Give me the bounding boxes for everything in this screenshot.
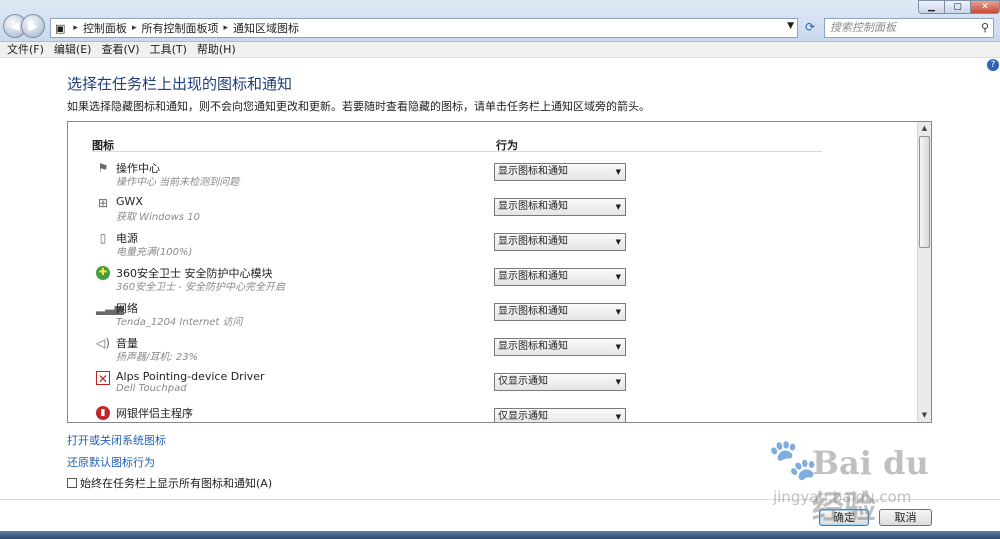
item-status: 获取 Windows 10 xyxy=(116,212,200,223)
menu-tools[interactable]: 工具(T) xyxy=(143,42,187,57)
windows-icon: ⊞ xyxy=(97,196,109,210)
flag-icon: ⚑ xyxy=(97,161,109,175)
always-show-checkbox[interactable] xyxy=(67,478,77,488)
item-status: 操作中心 当前未检测到问题 xyxy=(116,177,240,188)
behavior-value: 仅显示通知 xyxy=(498,376,548,387)
chevron-down-icon: ▼ xyxy=(615,203,621,211)
breadcrumb-separator-icon: ▸ xyxy=(223,23,228,33)
restore-default-link[interactable]: 还原默认图标行为 xyxy=(67,454,155,470)
vertical-scrollbar[interactable]: ▲ ▼ xyxy=(917,122,931,422)
scroll-down-icon[interactable]: ▼ xyxy=(918,409,931,422)
forward-arrow-icon: ▶ xyxy=(28,19,38,33)
behavior-value: 显示图标和通知 xyxy=(498,271,568,282)
maximize-icon: ▢ xyxy=(953,2,962,12)
page-title: 选择在任务栏上出现的图标和通知 xyxy=(67,75,293,93)
chevron-down-icon: ▼ xyxy=(615,343,621,351)
scroll-up-icon[interactable]: ▲ xyxy=(918,122,931,135)
item-name: 网银伴侣主程序 xyxy=(116,407,193,420)
behavior-value: 显示图标和通知 xyxy=(498,341,568,352)
system-icons-link[interactable]: 打开或关闭系统图标 xyxy=(67,432,166,448)
search-icon[interactable]: ⚲ xyxy=(981,19,989,37)
item-name: Alps Pointing-device Driver xyxy=(116,370,265,383)
breadcrumb-separator-icon: ▸ xyxy=(131,23,137,33)
help-icon[interactable]: ? xyxy=(987,59,999,71)
item-status: 360安全卫士 - 安全防护中心完全开启 xyxy=(116,282,286,293)
search-placeholder: 搜索控制面板 xyxy=(830,21,896,34)
breadcrumb-separator-icon: ▸ xyxy=(73,23,78,33)
chevron-down-icon: ▼ xyxy=(615,168,621,176)
behavior-select[interactable]: 显示图标和通知 ▼ xyxy=(494,268,626,286)
list-item: ⚑ 操作中心 操作中心 当前未检测到问题 显示图标和通知 ▼ xyxy=(68,160,918,195)
watermark-url: jingyan.baidu.com xyxy=(773,488,912,506)
item-status: Dell Touchpad xyxy=(116,383,187,394)
breadcrumb-control-panel[interactable]: 控制面板 xyxy=(83,20,127,36)
always-show-label[interactable]: 始终在任务栏上显示所有图标和通知(A) xyxy=(80,475,272,491)
chevron-down-icon: ▼ xyxy=(615,273,621,281)
network-icon: ▂▃▅ xyxy=(96,301,124,315)
title-bar: ◀ ▶ ▣ ▸ 控制面板 ▸ 所有控制面板项 ▸ 通知区域图标 ▼ ⟳ 搜索控制… xyxy=(0,0,1000,42)
menu-file[interactable]: 文件(F) xyxy=(0,42,44,57)
address-dropdown-icon[interactable]: ▼ xyxy=(787,21,794,31)
behavior-select[interactable]: 仅显示通知 ▼ xyxy=(494,408,626,422)
header-divider xyxy=(92,151,822,152)
behavior-select[interactable]: 仅显示通知 ▼ xyxy=(494,373,626,391)
minimize-icon: ▁ xyxy=(928,2,935,12)
item-name: GWX xyxy=(116,195,143,208)
minimize-button[interactable]: ▁ xyxy=(918,0,945,14)
behavior-select[interactable]: 显示图标和通知 ▼ xyxy=(494,163,626,181)
speaker-icon: ◁) xyxy=(96,336,110,350)
list-item: ✕ Alps Pointing-device Driver Dell Touch… xyxy=(68,370,918,405)
baidu-watermark: 🐾 Bai du 经验 jingyan.baidu.com xyxy=(768,434,958,526)
back-arrow-icon: ◀ xyxy=(10,19,20,33)
item-status: Tenda_1204 Internet 访问 xyxy=(116,317,243,328)
scroll-thumb[interactable] xyxy=(919,136,930,248)
chevron-down-icon: ▼ xyxy=(615,413,621,421)
item-status: 电量充满(100%) xyxy=(116,247,193,258)
behavior-value: 显示图标和通知 xyxy=(498,236,568,247)
menu-edit[interactable]: 编辑(E) xyxy=(47,42,92,57)
list-item: ◁) 音量 扬声器/耳机: 23% 显示图标和通知 ▼ xyxy=(68,335,918,370)
behavior-select[interactable]: 显示图标和通知 ▼ xyxy=(494,303,626,321)
forward-button[interactable]: ▶ xyxy=(21,14,45,38)
taskbar xyxy=(0,531,1000,539)
watermark-brand: Bai du 经验 xyxy=(812,444,929,526)
behavior-value: 仅显示通知 xyxy=(498,411,548,422)
bank-icon: ▮ xyxy=(96,406,110,420)
address-bar[interactable]: ▣ ▸ 控制面板 ▸ 所有控制面板项 ▸ 通知区域图标 ▼ xyxy=(50,18,798,38)
icon-list-panel: 图标 行为 ⚑ 操作中心 操作中心 当前未检测到问题 显示图标和通知 ▼ ⊞ GW… xyxy=(67,121,932,423)
always-show-row: 始终在任务栏上显示所有图标和通知(A) xyxy=(67,475,272,491)
behavior-select[interactable]: 显示图标和通知 ▼ xyxy=(494,198,626,216)
refresh-icon[interactable]: ⟳ xyxy=(800,18,820,38)
control-panel-icon: ▣ xyxy=(55,21,66,35)
behavior-select[interactable]: 显示图标和通知 ▼ xyxy=(494,233,626,251)
behavior-value: 显示图标和通知 xyxy=(498,166,568,177)
battery-icon: ▯ xyxy=(99,231,107,245)
breadcrumb-all-items[interactable]: 所有控制面板项 xyxy=(141,20,218,36)
close-icon: ✕ xyxy=(981,2,989,12)
close-button[interactable]: ✕ xyxy=(970,0,1000,14)
menu-view[interactable]: 查看(V) xyxy=(94,42,139,57)
page-description: 如果选择隐藏图标和通知，则不会向您通知更改和更新。若要随时查看隐藏的图标，请单击… xyxy=(67,100,650,113)
chevron-down-icon: ▼ xyxy=(615,238,621,246)
behavior-select[interactable]: 显示图标和通知 ▼ xyxy=(494,338,626,356)
search-input[interactable]: 搜索控制面板 ⚲ xyxy=(824,18,994,38)
list-item: ⊞ GWX 获取 Windows 10 显示图标和通知 ▼ xyxy=(68,195,918,230)
chevron-down-icon: ▼ xyxy=(615,378,621,386)
maximize-button[interactable]: ▢ xyxy=(944,0,971,14)
list-item: ▂▃▅ 网络 Tenda_1204 Internet 访问 显示图标和通知 ▼ xyxy=(68,300,918,335)
chevron-down-icon: ▼ xyxy=(615,308,621,316)
behavior-value: 显示图标和通知 xyxy=(498,201,568,212)
menu-bar: 文件(F) 编辑(E) 查看(V) 工具(T) 帮助(H) xyxy=(0,42,1000,58)
touchpad-icon: ✕ xyxy=(96,371,110,386)
breadcrumb-notification-icons[interactable]: 通知区域图标 xyxy=(233,20,299,36)
list-item: ▮ 网银伴侣主程序 仅显示通知 ▼ xyxy=(68,405,918,422)
list-item: ✚ 360安全卫士 安全防护中心模块 360安全卫士 - 安全防护中心完全开启 … xyxy=(68,265,918,300)
paw-logo-icon: 🐾 xyxy=(768,437,818,483)
behavior-value: 显示图标和通知 xyxy=(498,306,568,317)
menu-help[interactable]: 帮助(H) xyxy=(190,42,236,57)
360-icon: ✚ xyxy=(96,266,110,280)
list-item: ▯ 电源 电量充满(100%) 显示图标和通知 ▼ xyxy=(68,230,918,265)
item-status: 扬声器/耳机: 23% xyxy=(116,352,199,363)
